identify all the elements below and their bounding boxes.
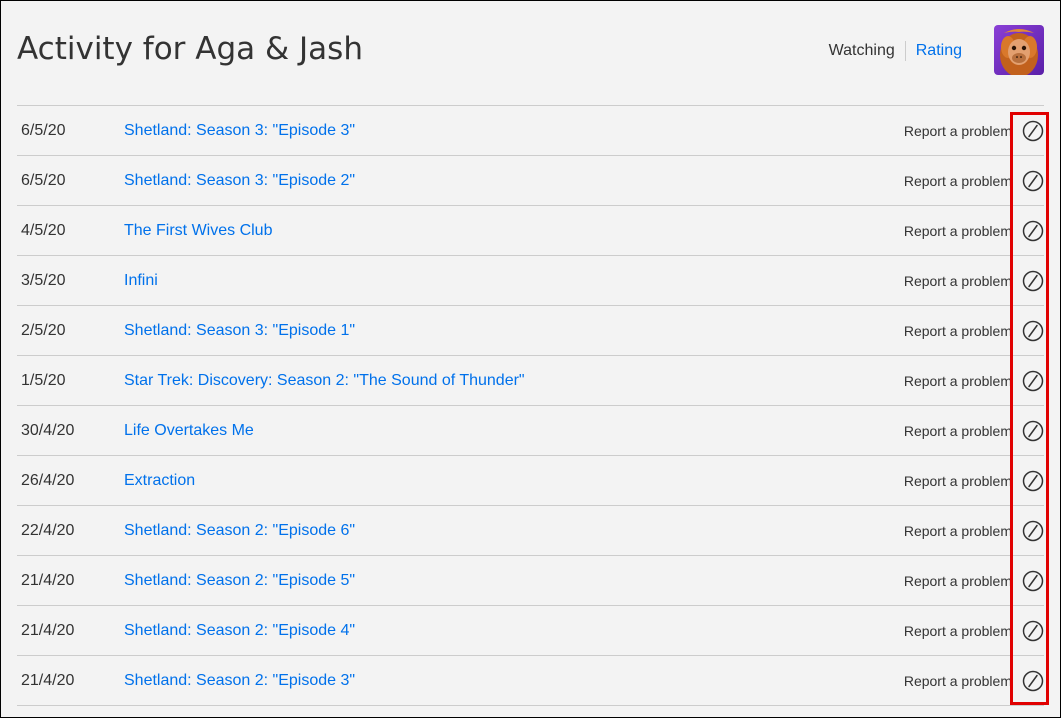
activity-date: 2/5/20 xyxy=(21,321,66,339)
activity-title-link[interactable]: Shetland: Season 3: "Episode 1" xyxy=(124,322,355,340)
tab-rating[interactable]: Rating xyxy=(906,41,962,61)
list-item: 6/5/20 Shetland: Season 3: "Episode 2" R… xyxy=(17,156,1044,206)
activity-title-link[interactable]: Infini xyxy=(124,272,158,290)
hide-from-history-icon xyxy=(1022,570,1044,591)
list-item: 1/5/20 Star Trek: Discovery: Season 2: "… xyxy=(17,356,1044,406)
report-problem-link[interactable]: Report a problem xyxy=(904,373,1012,389)
tab-watching[interactable]: Watching xyxy=(829,41,906,61)
list-item: 21/4/20 Shetland: Season 2: "Episode 3" … xyxy=(17,656,1044,706)
activity-title-link[interactable]: Shetland: Season 2: "Episode 6" xyxy=(124,522,355,540)
activity-date: 3/5/20 xyxy=(21,271,66,289)
activity-date: 6/5/20 xyxy=(21,121,66,139)
hide-from-history-icon xyxy=(1022,320,1044,341)
activity-title-link[interactable]: Life Overtakes Me xyxy=(124,422,254,440)
hide-from-history-icon xyxy=(1022,220,1044,241)
activity-date: 6/5/20 xyxy=(21,171,66,189)
hide-from-history-icon xyxy=(1022,370,1044,391)
activity-date: 4/5/20 xyxy=(21,221,66,239)
list-item: 21/4/20 Shetland: Season 2: "Episode 4" … xyxy=(17,606,1044,656)
orangutan-avatar-icon xyxy=(994,25,1044,75)
hide-from-history-icon xyxy=(1022,170,1044,191)
activity-title-link[interactable]: Shetland: Season 2: "Episode 4" xyxy=(124,622,355,640)
report-problem-link[interactable]: Report a problem xyxy=(904,473,1012,489)
list-item: 26/4/20 Extraction Report a problem xyxy=(17,456,1044,506)
list-item: 21/4/20 Shetland: Season 2: "Episode 5" … xyxy=(17,556,1044,606)
hide-from-history-button[interactable] xyxy=(1022,470,1044,492)
activity-title-link[interactable]: Shetland: Season 2: "Episode 3" xyxy=(124,672,355,690)
activity-date: 30/4/20 xyxy=(21,421,75,439)
activity-date: 21/4/20 xyxy=(21,621,75,639)
report-problem-link[interactable]: Report a problem xyxy=(904,223,1012,239)
hide-from-history-icon xyxy=(1022,520,1044,541)
report-problem-link[interactable]: Report a problem xyxy=(904,273,1012,289)
report-problem-link[interactable]: Report a problem xyxy=(904,173,1012,189)
report-problem-link[interactable]: Report a problem xyxy=(904,623,1012,639)
page-title: Activity for Aga & Jash xyxy=(17,31,363,67)
activity-date: 1/5/20 xyxy=(21,371,66,389)
hide-from-history-button[interactable] xyxy=(1022,520,1044,542)
hide-from-history-icon xyxy=(1022,270,1044,291)
hide-from-history-button[interactable] xyxy=(1022,320,1044,342)
hide-from-history-icon xyxy=(1022,120,1044,141)
report-problem-link[interactable]: Report a problem xyxy=(904,323,1012,339)
activity-date: 22/4/20 xyxy=(21,521,75,539)
activity-list: 6/5/20 Shetland: Season 3: "Episode 3" R… xyxy=(17,105,1044,706)
hide-from-history-icon xyxy=(1022,420,1044,441)
avatar[interactable] xyxy=(994,25,1044,75)
activity-date: 21/4/20 xyxy=(21,571,75,589)
report-problem-link[interactable]: Report a problem xyxy=(904,523,1012,539)
report-problem-link[interactable]: Report a problem xyxy=(904,123,1012,139)
hide-from-history-icon xyxy=(1022,670,1044,691)
activity-date: 21/4/20 xyxy=(21,671,75,689)
list-item: 2/5/20 Shetland: Season 3: "Episode 1" R… xyxy=(17,306,1044,356)
hide-from-history-button[interactable] xyxy=(1022,120,1044,142)
activity-title-link[interactable]: The First Wives Club xyxy=(124,222,272,240)
hide-from-history-button[interactable] xyxy=(1022,220,1044,242)
report-problem-link[interactable]: Report a problem xyxy=(904,423,1012,439)
list-item: 6/5/20 Shetland: Season 3: "Episode 3" R… xyxy=(17,106,1044,156)
hide-from-history-button[interactable] xyxy=(1022,370,1044,392)
hide-from-history-button[interactable] xyxy=(1022,620,1044,642)
activity-title-link[interactable]: Shetland: Season 3: "Episode 3" xyxy=(124,122,355,140)
list-item: 30/4/20 Life Overtakes Me Report a probl… xyxy=(17,406,1044,456)
hide-from-history-button[interactable] xyxy=(1022,270,1044,292)
report-problem-link[interactable]: Report a problem xyxy=(904,673,1012,689)
hide-from-history-button[interactable] xyxy=(1022,570,1044,592)
hide-from-history-button[interactable] xyxy=(1022,670,1044,692)
activity-title-link[interactable]: Star Trek: Discovery: Season 2: "The Sou… xyxy=(124,372,525,390)
list-item: 22/4/20 Shetland: Season 2: "Episode 6" … xyxy=(17,506,1044,556)
activity-date: 26/4/20 xyxy=(21,471,75,489)
activity-title-link[interactable]: Shetland: Season 3: "Episode 2" xyxy=(124,172,355,190)
activity-page: Activity for Aga & Jash Watching Rating xyxy=(0,0,1061,718)
hide-from-history-icon xyxy=(1022,620,1044,641)
report-problem-link[interactable]: Report a problem xyxy=(904,573,1012,589)
view-toggle: Watching Rating xyxy=(829,41,962,61)
activity-title-link[interactable]: Shetland: Season 2: "Episode 5" xyxy=(124,572,355,590)
hide-from-history-button[interactable] xyxy=(1022,420,1044,442)
hide-from-history-button[interactable] xyxy=(1022,170,1044,192)
list-item: 4/5/20 The First Wives Club Report a pro… xyxy=(17,206,1044,256)
list-item: 3/5/20 Infini Report a problem xyxy=(17,256,1044,306)
activity-title-link[interactable]: Extraction xyxy=(124,472,195,490)
page-header: Activity for Aga & Jash Watching Rating xyxy=(17,1,1044,105)
hide-from-history-icon xyxy=(1022,470,1044,491)
